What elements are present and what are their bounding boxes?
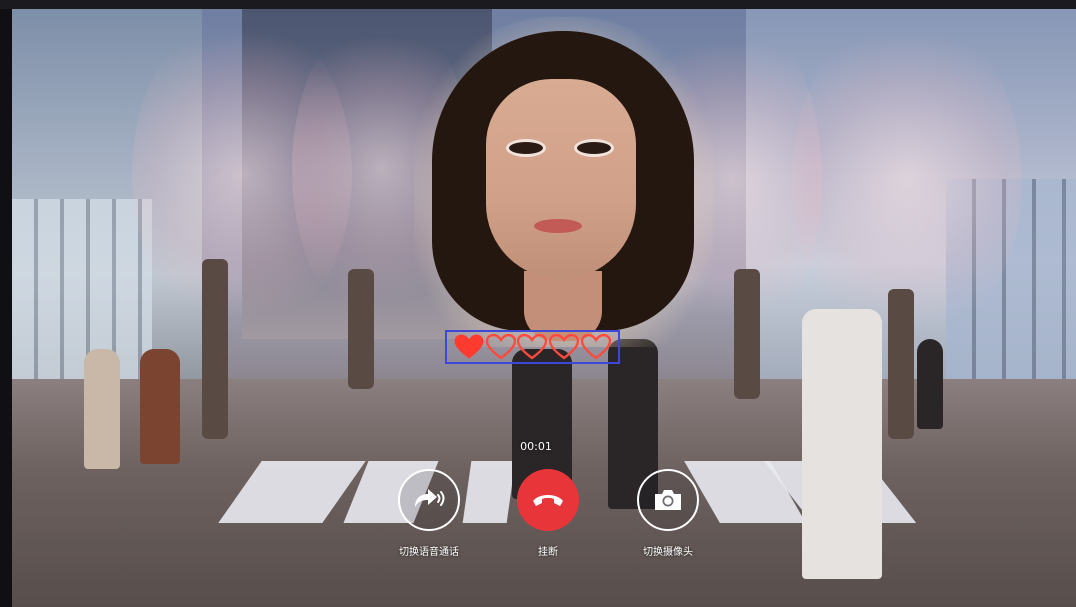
switch-camera-button[interactable]	[637, 469, 699, 531]
hangup-control[interactable]: 挂断	[488, 469, 608, 558]
heart-outline-icon	[485, 334, 516, 360]
tree-trunk	[734, 269, 760, 399]
switch-camera-label: 切换摄像头	[643, 547, 693, 558]
pedestrian	[802, 309, 882, 579]
heart-rating	[445, 330, 620, 364]
call-timer: 00:01	[520, 440, 552, 453]
caller-face	[486, 79, 636, 279]
caller-lips	[534, 219, 582, 233]
hangup-label: 挂断	[538, 547, 558, 558]
tree-trunk	[348, 269, 374, 389]
switch-voice-call-control[interactable]: 切换语音通话	[369, 469, 489, 558]
hangup-button[interactable]	[517, 469, 579, 531]
switch-camera-control[interactable]: 切换摄像头	[608, 469, 728, 558]
phone-hangup-icon	[533, 495, 563, 506]
heart-outline-icon	[581, 334, 612, 360]
switch-voice-call-label: 切换语音通话	[399, 547, 459, 558]
video-call-screen: 00:01 切换语音通话 挂断 切换摄像头	[0, 0, 1076, 607]
heart-filled-icon	[454, 334, 484, 359]
tree-trunk	[202, 259, 228, 439]
pedestrian	[140, 349, 180, 464]
window-left-edge	[0, 9, 12, 607]
switch-voice-call-button[interactable]	[398, 469, 460, 531]
heart-outline-icon	[517, 334, 548, 360]
background-windows-left	[12, 199, 152, 379]
camera-icon	[655, 490, 681, 510]
window-top-bar	[0, 0, 1076, 9]
tree-trunk	[888, 289, 914, 439]
pedestrian	[84, 349, 120, 469]
voice-forward-icon	[415, 489, 445, 507]
heart-outline-icon	[549, 334, 580, 360]
pedestrian	[917, 339, 943, 429]
caller-left-eye	[506, 139, 546, 157]
caller-right-eye	[574, 139, 614, 157]
